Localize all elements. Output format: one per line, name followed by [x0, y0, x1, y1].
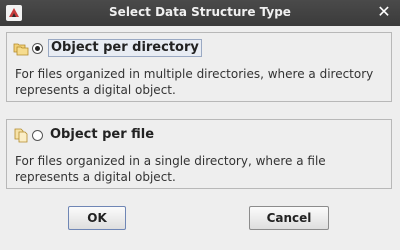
- option-row-file[interactable]: Object per file: [13, 126, 156, 144]
- ok-button[interactable]: OK: [68, 206, 126, 230]
- option-row-directory[interactable]: Object per directory: [13, 39, 202, 57]
- option-description-file: For files organized in a single director…: [15, 154, 326, 184]
- radio-object-per-file[interactable]: [32, 129, 43, 141]
- option-panel-file: Object per file For files organized in a…: [6, 119, 392, 189]
- folders-icon: [13, 40, 29, 56]
- option-description-directory: For files organized in multiple director…: [15, 67, 374, 97]
- option-label-file[interactable]: Object per file: [48, 127, 156, 143]
- option-label-directory[interactable]: Object per directory: [48, 39, 202, 57]
- cancel-button[interactable]: Cancel: [249, 206, 329, 230]
- dialog-window: Select Data Structure Type ✕ Object per …: [0, 0, 400, 250]
- option-panel-directory: Object per directory For files organized…: [6, 32, 392, 102]
- close-icon[interactable]: ✕: [376, 3, 392, 21]
- title-bar[interactable]: Select Data Structure Type ✕: [0, 0, 400, 26]
- files-icon: [13, 127, 29, 143]
- window-title: Select Data Structure Type: [109, 5, 291, 19]
- radio-object-per-directory[interactable]: [32, 42, 43, 54]
